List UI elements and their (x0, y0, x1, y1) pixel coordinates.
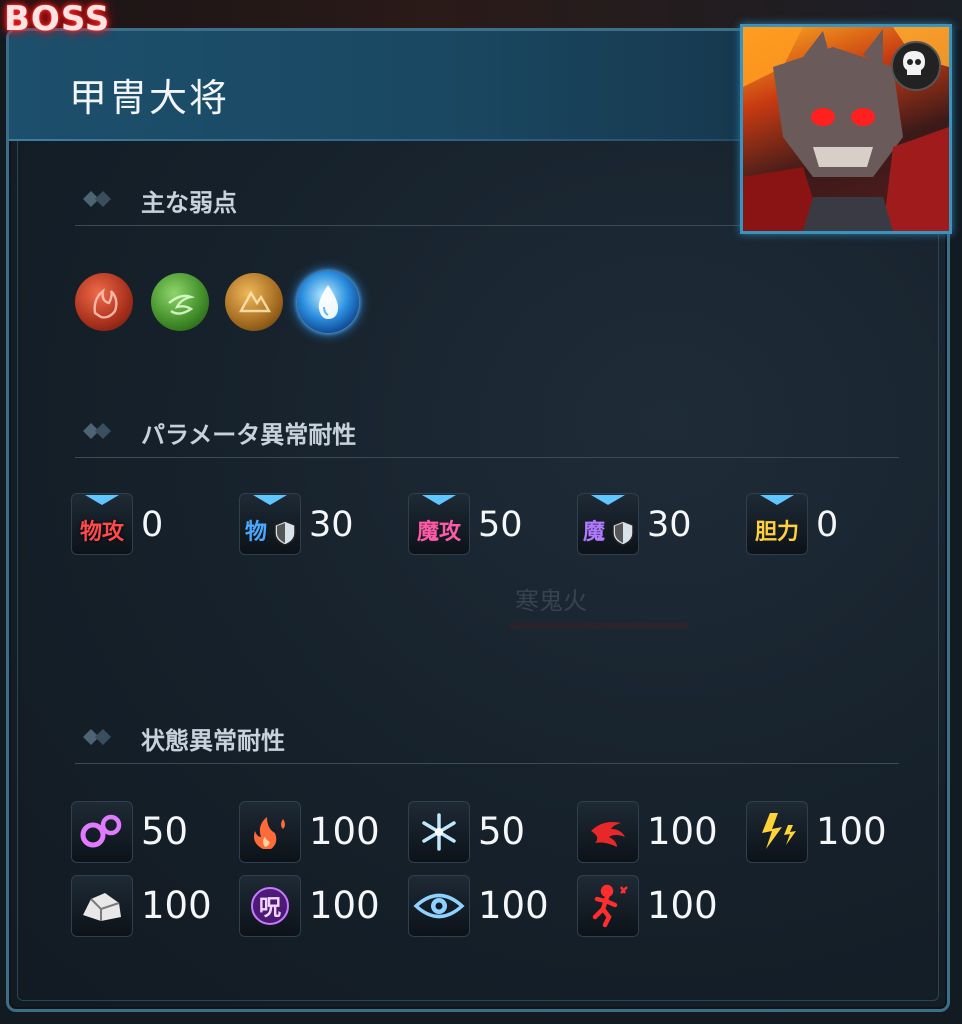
status-resistance-title: 状態異常耐性 (141, 727, 285, 755)
curse-icon: 呪 (251, 887, 289, 925)
weakness-title: 主な弱点 (141, 189, 237, 217)
status-burn: 100 (239, 801, 380, 863)
lightning-icon (762, 813, 796, 849)
background-ghost-bar (509, 623, 689, 629)
water-orb-icon (297, 271, 359, 333)
status-petrify: 100 (71, 875, 212, 937)
poison-rings-icon (80, 814, 122, 848)
status-poison: 50 (71, 801, 188, 863)
diamond-bullet-icon (83, 191, 111, 207)
parameter-resistance-divider (75, 457, 899, 458)
status-value: 100 (647, 810, 718, 853)
stun-icon (592, 884, 628, 928)
wind-orb-icon (151, 273, 209, 331)
status-value: 100 (141, 884, 212, 927)
stat-tag: 魔攻 (416, 520, 461, 545)
shield-icon (612, 520, 634, 546)
enemy-name: 甲冑大将 (69, 76, 230, 120)
status-stun: 100 (577, 875, 718, 937)
stat-tag: 胆力 (754, 520, 799, 545)
stat-value: 30 (647, 505, 692, 545)
status-lightning: 100 (746, 801, 887, 863)
diamond-bullet-icon (83, 423, 111, 439)
status-resistance-divider (75, 763, 899, 764)
parameter-resistance-header: パラメータ異常耐性 (75, 411, 899, 451)
down-arrow-icon (760, 495, 794, 505)
down-arrow-icon (85, 495, 119, 505)
status-value: 100 (309, 810, 380, 853)
stat-value: 50 (478, 505, 523, 545)
petrify-icon (83, 893, 121, 921)
stat-value: 0 (816, 505, 839, 545)
boss-label: BOSS (4, 0, 111, 39)
status-value: 100 (816, 810, 887, 853)
background-ghost-text: 寒鬼火 (515, 587, 587, 615)
stat-value: 30 (309, 505, 354, 545)
status-value: 100 (647, 884, 718, 927)
burn-icon (254, 817, 285, 849)
stat-value: 0 (141, 505, 164, 545)
skull-icon (891, 41, 941, 91)
shield-icon (274, 520, 296, 546)
bleed-icon (591, 822, 625, 847)
parameter-resistance-section: パラメータ異常耐性 (75, 411, 899, 458)
fire-orb-icon (75, 273, 133, 331)
diamond-bullet-icon (83, 729, 111, 745)
svg-text:呪: 呪 (259, 896, 281, 921)
demon-samurai-portrait (740, 24, 952, 234)
status-resistance-section: 状態異常耐性 (75, 717, 899, 764)
status-value: 50 (141, 810, 189, 853)
status-eye: 100 (408, 875, 549, 937)
eye-icon (413, 893, 465, 919)
down-arrow-icon (422, 495, 456, 505)
background-ghost: 寒鬼火 (509, 571, 709, 651)
status-resistance-header: 状態異常耐性 (75, 717, 899, 757)
status-value: 50 (478, 810, 526, 853)
down-arrow-icon (591, 495, 625, 505)
status-freeze: 50 (408, 801, 525, 863)
status-curse: 呪 100 (239, 875, 380, 937)
parameter-resistance-title: パラメータ異常耐性 (141, 421, 357, 449)
earth-orb-icon (225, 273, 283, 331)
freeze-icon (422, 813, 456, 851)
skull-icon-glyph (903, 51, 925, 75)
status-value: 100 (478, 884, 549, 927)
down-arrow-icon (253, 495, 287, 505)
stat-tag: 物攻 (79, 520, 124, 545)
status-bleed: 100 (577, 801, 718, 863)
status-value: 100 (309, 884, 380, 927)
